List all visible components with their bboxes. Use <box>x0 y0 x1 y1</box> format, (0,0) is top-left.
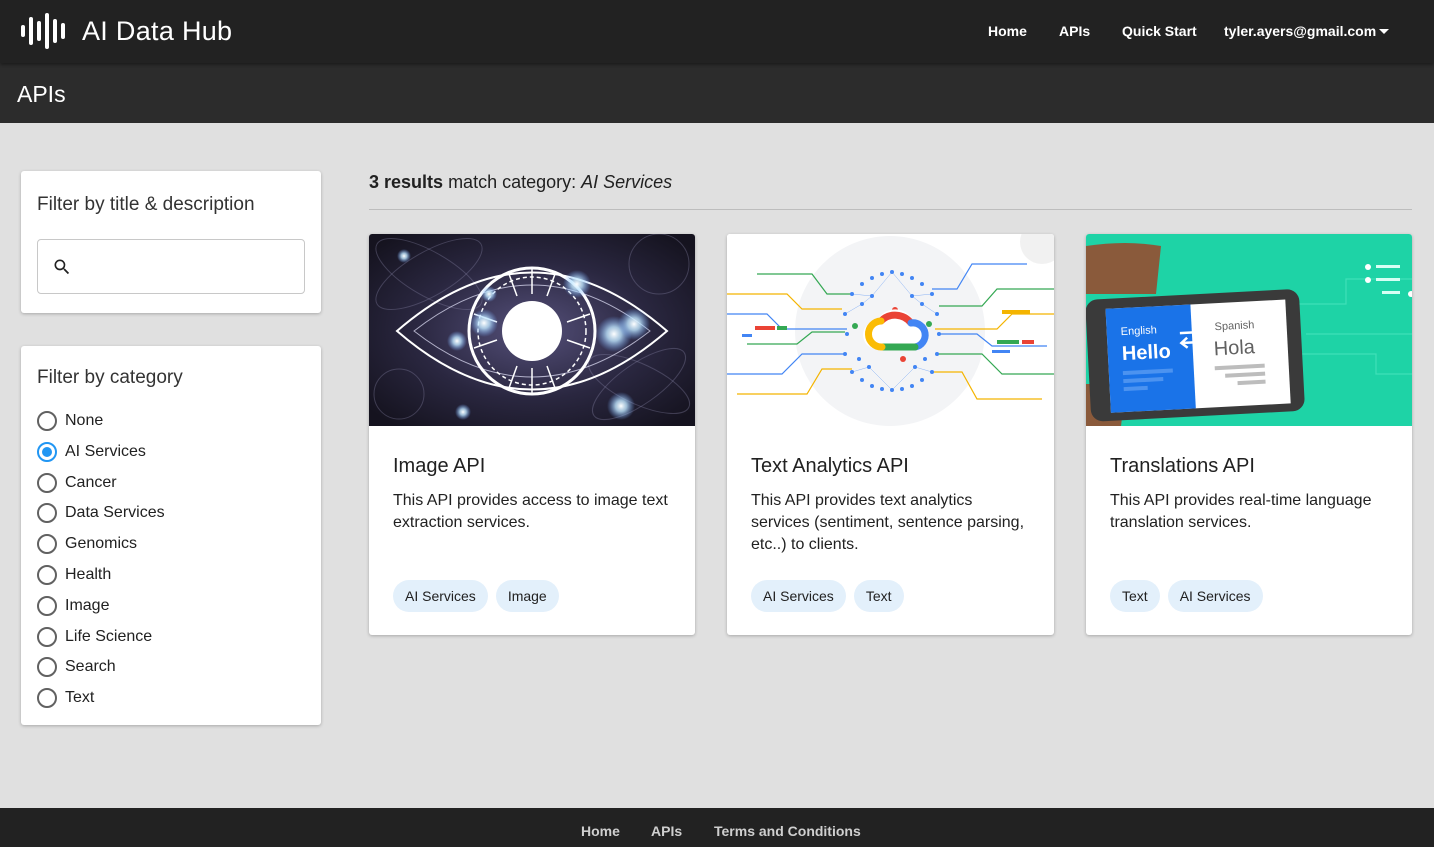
radio-label: AI Services <box>65 442 146 460</box>
chevron-down-icon[interactable] <box>1379 29 1389 34</box>
footer-terms-link[interactable]: Terms and Conditions <box>714 823 861 839</box>
radio-button[interactable] <box>37 595 57 616</box>
footer-apis-link[interactable]: APIs <box>651 823 682 839</box>
card-description: This API provides access to image text e… <box>393 492 668 531</box>
category-option-health[interactable]: Health <box>37 562 111 588</box>
radio-button[interactable] <box>37 657 57 678</box>
tag-chip[interactable]: Text <box>1110 580 1160 612</box>
results-category: AI Services <box>581 172 673 192</box>
search-field[interactable] <box>37 239 305 294</box>
translation-left-lang: English <box>1120 324 1157 338</box>
search-filter-panel: Filter by title & description <box>21 171 321 313</box>
divider <box>369 209 1412 210</box>
radio-label: Health <box>65 566 112 583</box>
radio-label: Genomics <box>65 535 138 553</box>
nav-home-link[interactable]: Home <box>988 23 1027 39</box>
tag-chip[interactable]: AI Services <box>393 580 488 612</box>
eye-illustration-icon <box>369 234 695 426</box>
category-option-genomics[interactable]: Genomics <box>37 531 137 557</box>
tag-chip[interactable]: Text <box>853 580 904 612</box>
card-image: English Hello Spanish Hola <box>1086 234 1412 426</box>
user-menu-button[interactable]: tyler.ayers@gmail.com <box>1224 23 1376 39</box>
nav-apis-link[interactable]: APIs <box>1059 23 1090 39</box>
category-option-none[interactable]: None <box>37 408 103 434</box>
tag-chip[interactable]: AI Services <box>1167 580 1263 612</box>
translation-right-lang: Spanish <box>1214 319 1254 333</box>
category-option-search[interactable]: Search <box>37 654 116 680</box>
card-image <box>727 234 1054 426</box>
tag-list: Text AI Services <box>1110 580 1271 612</box>
search-filter-title: Filter by title & description <box>37 194 255 215</box>
results-summary: 3 results match category: AI Services <box>369 172 672 193</box>
radio-button[interactable] <box>37 411 57 431</box>
card-title[interactable]: Translations API <box>1110 455 1255 478</box>
brand[interactable]: AI Data Hub <box>20 10 232 52</box>
footer-home-link[interactable]: Home <box>581 823 620 839</box>
results-text: match category: <box>448 172 577 192</box>
translation-illustration-icon: English Hello Spanish Hola <box>1086 234 1412 426</box>
category-option-life-science[interactable]: Life Science <box>37 624 152 650</box>
page-title: APIs <box>17 81 66 107</box>
sound-bars-logo-icon <box>21 13 65 49</box>
radio-label: Image <box>65 596 110 614</box>
card-description: This API provides text analytics service… <box>751 492 1025 553</box>
nav-quick-start-link[interactable]: Quick Start <box>1122 23 1197 39</box>
category-option-text[interactable]: Text <box>37 685 94 711</box>
search-icon <box>54 259 70 275</box>
card-image <box>369 234 695 426</box>
results-count: 3 results <box>369 172 444 192</box>
api-card-translations[interactable]: English Hello Spanish Hola Translations … <box>1086 234 1412 635</box>
category-filter-title: Filter by category <box>37 367 183 388</box>
search-input[interactable] <box>86 250 291 283</box>
radio-label: Life Science <box>65 627 153 645</box>
card-title[interactable]: Image API <box>393 455 485 478</box>
tag-list: AI Services Image <box>393 580 567 612</box>
radio-button[interactable] <box>37 534 57 555</box>
api-card-image[interactable]: Image API This API provides access to im… <box>369 234 695 635</box>
footer: Home APIs Terms and Conditions <box>0 808 1434 847</box>
card-description: This API provides real-time language tra… <box>1110 492 1372 531</box>
radio-label: Data Services <box>65 504 165 522</box>
api-card-text-analytics[interactable]: Text Analytics API This API provides tex… <box>727 234 1054 635</box>
radio-button[interactable] <box>37 503 57 524</box>
radio-label: Cancer <box>65 473 117 491</box>
category-option-ai-services[interactable]: AI Services <box>37 439 146 465</box>
category-filter-panel: Filter by category None AI Services Cancer… <box>21 346 321 725</box>
translation-right-word: Hola <box>1213 336 1256 360</box>
top-navbar: AI Data Hub Home APIs Quick Start tyler.… <box>0 0 1434 63</box>
tag-list: AI Services Text <box>751 580 912 612</box>
radio-button[interactable] <box>37 441 57 462</box>
tag-chip[interactable]: Image <box>495 580 559 612</box>
radio-button[interactable] <box>37 626 57 647</box>
page-header: APIs <box>0 63 1434 123</box>
tag-chip[interactable]: AI Services <box>751 580 846 612</box>
radio-label: None <box>65 412 104 429</box>
cloud-network-illustration-icon <box>727 234 1054 426</box>
radio-button[interactable] <box>37 565 57 585</box>
radio-button[interactable] <box>37 472 57 493</box>
radio-label: Text <box>65 689 95 707</box>
radio-label: Search <box>65 658 116 676</box>
category-option-cancer[interactable]: Cancer <box>37 470 117 496</box>
brand-name: AI Data Hub <box>82 15 233 46</box>
category-option-image[interactable]: Image <box>37 593 109 619</box>
category-option-data-services[interactable]: Data Services <box>37 500 165 526</box>
card-title[interactable]: Text Analytics API <box>751 455 909 478</box>
radio-button[interactable] <box>37 688 57 709</box>
translation-left-word: Hello <box>1121 341 1171 366</box>
